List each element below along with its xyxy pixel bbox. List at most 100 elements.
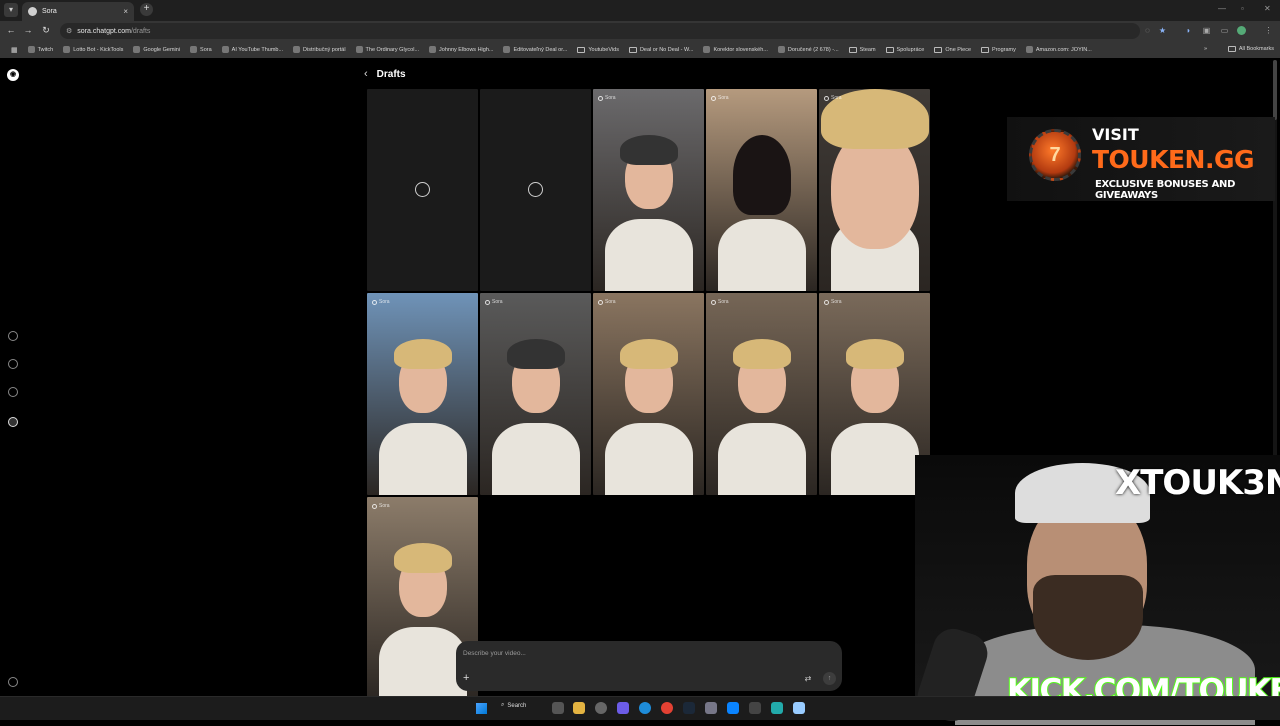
bookmark-item[interactable]: Korektor slovenskéh... xyxy=(698,46,772,53)
scrollbar-thumb[interactable] xyxy=(1273,60,1277,120)
touken-coin-logo: 7 xyxy=(1029,129,1081,181)
sora-watermark-icon xyxy=(372,299,377,305)
reload-icon[interactable]: ↻ xyxy=(40,25,52,36)
subject-hair xyxy=(846,339,904,369)
all-bookmarks-button[interactable]: All Bookmarks xyxy=(1227,46,1274,52)
favicon-icon xyxy=(190,46,198,53)
page-header: ‹ Drafts xyxy=(364,68,406,80)
bookmark-item[interactable]: Spolupráce xyxy=(881,46,930,53)
extension-icon[interactable]: ◗ xyxy=(1184,26,1193,35)
draft-tile[interactable]: Sora xyxy=(706,293,817,495)
draft-tile[interactable]: Sora xyxy=(593,293,704,495)
notifications-bell-icon[interactable] xyxy=(8,387,18,397)
sora-watermark-text: Sora xyxy=(605,95,616,101)
bookmark-label: Deal or No Deal - W... xyxy=(639,46,694,53)
app-icon[interactable] xyxy=(771,702,783,714)
webcam-beard xyxy=(1033,575,1143,660)
send-arrow-icon[interactable]: ↑ xyxy=(823,672,836,685)
close-window-button[interactable]: ✕ xyxy=(1264,4,1271,13)
bookmark-label: Sora xyxy=(200,46,212,53)
notepad-icon[interactable] xyxy=(793,702,805,714)
settings-sliders-icon[interactable]: ⇄ xyxy=(802,673,814,685)
draft-tile-loading[interactable] xyxy=(367,89,478,291)
bookmark-label: Distribučný portál xyxy=(303,46,346,53)
bookmark-item[interactable]: Lotto Bot - KickTools xyxy=(58,46,128,53)
minimize-button[interactable]: — xyxy=(1218,4,1226,13)
folder-icon xyxy=(981,46,990,53)
bookmark-item[interactable]: Editovateľný Deal or... xyxy=(498,46,572,53)
taskbar-search[interactable]: ⌕ Search xyxy=(501,702,526,709)
sora-watermark: Sora xyxy=(711,95,729,101)
eye-off-icon[interactable]: ◌ xyxy=(1143,26,1152,35)
task-view-icon[interactable] xyxy=(552,702,564,714)
site-info-icon[interactable]: ⚙ xyxy=(66,27,72,35)
draft-tile[interactable]: Sora xyxy=(367,293,478,495)
app-icon[interactable] xyxy=(595,702,607,714)
bookmark-item[interactable]: Steam xyxy=(844,46,881,53)
settings-icon[interactable] xyxy=(8,677,18,687)
new-tab-button[interactable]: + xyxy=(140,3,153,16)
menu-dots-icon[interactable]: ⋮ xyxy=(1264,26,1273,35)
bookmark-label: Programy xyxy=(992,46,1016,53)
sora-watermark: Sora xyxy=(598,95,616,101)
file-explorer-icon[interactable] xyxy=(573,702,585,714)
search-icon[interactable] xyxy=(8,359,18,369)
app-icon[interactable] xyxy=(705,702,717,714)
draft-tile[interactable]: Sora xyxy=(593,89,704,291)
all-bookmarks-label: All Bookmarks xyxy=(1238,46,1274,52)
sidepanel-icon[interactable]: ▭ xyxy=(1220,26,1229,35)
bookmarks-more-icon[interactable]: » xyxy=(1199,46,1212,52)
favicon-icon xyxy=(63,46,71,53)
sora-watermark-text: Sora xyxy=(492,299,503,305)
prompt-composer[interactable]: Describe your video... + ⇄ ↑ xyxy=(456,641,842,691)
maximize-button[interactable]: ▫ xyxy=(1241,4,1244,13)
back-arrow-icon[interactable]: ← xyxy=(5,25,17,35)
profile-avatar[interactable] xyxy=(1237,26,1246,35)
bookmark-item[interactable]: Sora xyxy=(185,46,217,53)
apps-grid-icon[interactable]: ▦ xyxy=(6,46,23,54)
discord-icon[interactable] xyxy=(617,702,629,714)
bookmark-item[interactable]: YoutubeVids xyxy=(572,46,624,53)
favicon-icon xyxy=(27,46,35,53)
create-icon[interactable] xyxy=(8,331,18,341)
address-bar[interactable]: ⚙ sora.chatgpt.com /drafts xyxy=(60,23,1140,39)
sora-watermark-icon xyxy=(824,299,829,305)
sora-watermark-text: Sora xyxy=(718,299,729,305)
bookmark-item[interactable]: Doručené (2 678) -... xyxy=(773,46,844,53)
draft-tile[interactable]: Sora xyxy=(480,293,591,495)
bookmark-label: YoutubeVids xyxy=(588,46,619,53)
app-icon[interactable] xyxy=(727,702,739,714)
add-attachment-icon[interactable]: + xyxy=(463,672,469,684)
bookmark-item[interactable]: One Piece xyxy=(929,46,976,53)
windows-start-icon[interactable] xyxy=(476,703,487,714)
bookmark-item[interactable]: Google Gemini xyxy=(128,46,185,53)
app-icon[interactable] xyxy=(749,702,761,714)
bookmark-item[interactable]: Amazon.com: JOYIN... xyxy=(1021,46,1097,53)
sora-logo-icon[interactable]: ◉ xyxy=(7,69,19,81)
bookmark-item[interactable]: Johnny Elbows High... xyxy=(424,46,498,53)
tab-close-icon[interactable]: × xyxy=(123,7,128,16)
draft-tile[interactable]: Sora xyxy=(819,89,930,291)
bookmark-item[interactable]: Distribučný portál xyxy=(288,46,351,53)
edge-icon[interactable] xyxy=(639,702,651,714)
extensions-puzzle-icon[interactable]: ▣ xyxy=(1202,26,1211,35)
bookmark-star-icon[interactable]: ★ xyxy=(1158,26,1167,35)
draft-tile-loading[interactable] xyxy=(480,89,591,291)
steam-icon[interactable] xyxy=(683,702,695,714)
bookmark-item[interactable]: AI YouTube Thumb... xyxy=(217,46,288,53)
draft-tile[interactable]: Sora xyxy=(819,293,930,495)
prompt-input[interactable]: Describe your video... xyxy=(463,650,526,657)
bookmark-item[interactable]: Twitch xyxy=(23,46,59,53)
tab-search-icon[interactable]: ▾ xyxy=(4,3,18,17)
url-path: /drafts xyxy=(130,27,151,35)
browser-tab[interactable]: Sora × xyxy=(22,2,134,21)
back-chevron-icon[interactable]: ‹ xyxy=(364,68,368,80)
draft-tile[interactable]: Sora xyxy=(706,89,817,291)
folder-icon xyxy=(628,46,637,53)
forward-arrow-icon[interactable]: → xyxy=(22,25,34,35)
chrome-icon[interactable] xyxy=(661,702,673,714)
bookmark-item[interactable]: The Ordinary Glycol... xyxy=(351,46,425,53)
profile-icon[interactable] xyxy=(8,417,18,427)
bookmark-item[interactable]: Programy xyxy=(976,46,1021,53)
bookmark-item[interactable]: Deal or No Deal - W... xyxy=(624,46,699,53)
